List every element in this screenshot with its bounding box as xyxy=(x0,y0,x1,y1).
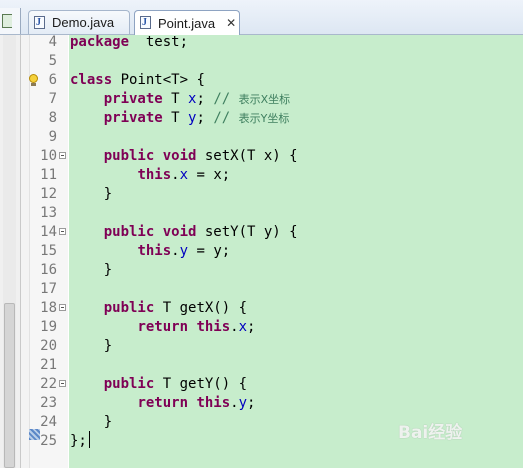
tab-demo-java[interactable]: J Demo.java xyxy=(28,10,130,34)
editor-tab-bar: J Demo.java J Point.java ✕ xyxy=(0,0,523,35)
code-text: return this.y; xyxy=(137,395,256,411)
line-number: 14 xyxy=(40,224,57,240)
warning-bulb-icon[interactable] xyxy=(27,74,40,87)
line-number: 20 xyxy=(40,338,57,354)
line-number: 11 xyxy=(40,167,57,183)
line-number: 18 xyxy=(40,300,57,316)
current-line-marker xyxy=(29,429,40,440)
code-line[interactable]: 23 return this.y; xyxy=(0,394,523,413)
code-line[interactable]: 18 public T getX() { xyxy=(0,299,523,318)
code-line[interactable]: 21 xyxy=(0,356,523,375)
watermark-logo: Bai经验 xyxy=(398,423,463,443)
code-line[interactable]: 19 return this.x; xyxy=(0,318,523,337)
line-number: 7 xyxy=(48,91,57,107)
tab-point-java[interactable]: J Point.java ✕ xyxy=(134,10,240,35)
close-icon[interactable]: ✕ xyxy=(226,17,236,29)
code-text: class Point<T> { xyxy=(70,72,205,88)
code-text: public void setY(T y) { xyxy=(103,224,298,240)
code-text: } xyxy=(70,414,113,430)
line-number: 8 xyxy=(48,110,57,126)
fold-toggle-icon[interactable] xyxy=(59,228,66,235)
line-number: 4 xyxy=(48,34,57,50)
line-number: 17 xyxy=(40,281,57,297)
code-text: this.x = x; xyxy=(137,167,231,183)
code-text: public void setX(T x) { xyxy=(103,148,298,164)
line-number: 19 xyxy=(40,319,57,335)
panel-icon xyxy=(2,14,12,28)
code-line[interactable]: 20 } xyxy=(0,337,523,356)
line-number: 21 xyxy=(40,357,57,373)
line-number: 16 xyxy=(40,262,57,278)
code-text: private T y; // 表示Y坐标 xyxy=(103,110,290,126)
code-line[interactable]: 15 this.y = y; xyxy=(0,242,523,261)
line-number: 13 xyxy=(40,205,57,221)
code-text: private T x; // 表示X坐标 xyxy=(103,91,291,107)
code-text: } xyxy=(70,262,113,278)
code-line[interactable]: 17 xyxy=(0,280,523,299)
line-number: 10 xyxy=(40,148,57,164)
code-line[interactable]: 12 } xyxy=(0,185,523,204)
fold-toggle-icon[interactable] xyxy=(59,304,66,311)
code-text: this.y = y; xyxy=(137,243,231,259)
tab-label: Demo.java xyxy=(52,15,115,30)
line-number: 12 xyxy=(40,186,57,202)
code-line[interactable]: 6 class Point<T> { xyxy=(0,71,523,90)
code-text: } xyxy=(70,338,113,354)
code-line[interactable]: 11 this.x = x; xyxy=(0,166,523,185)
code-line[interactable]: 9 xyxy=(0,128,523,147)
code-text: } xyxy=(70,186,113,202)
code-line[interactable]: 10 public void setX(T x) { xyxy=(0,147,523,166)
code-line[interactable]: 14 public void setY(T y) { xyxy=(0,223,523,242)
code-line[interactable]: 5 xyxy=(0,52,523,71)
java-file-icon: J xyxy=(139,16,153,30)
line-number: 23 xyxy=(40,395,57,411)
java-file-icon: J xyxy=(33,15,47,30)
side-panel-stub[interactable] xyxy=(0,8,21,34)
fold-toggle-icon[interactable] xyxy=(59,152,66,159)
line-number: 9 xyxy=(48,129,57,145)
code-line[interactable]: 22 public T getY() { xyxy=(0,375,523,394)
code-line[interactable]: 16 } xyxy=(0,261,523,280)
code-line[interactable]: 4 package test; xyxy=(0,33,523,52)
code-line[interactable]: 13 xyxy=(0,204,523,223)
line-number: 15 xyxy=(40,243,57,259)
line-number: 5 xyxy=(48,53,57,69)
code-text: return this.x; xyxy=(137,319,256,335)
fold-toggle-icon[interactable] xyxy=(59,380,66,387)
code-text: package test; xyxy=(70,34,189,50)
line-number: 22 xyxy=(40,376,57,392)
code-text: public T getX() { xyxy=(103,300,248,316)
code-line[interactable]: 8 private T y; // 表示Y坐标 xyxy=(0,109,523,128)
code-text: }; xyxy=(70,433,87,449)
code-line[interactable]: 7 private T x; // 表示X坐标 xyxy=(0,90,523,109)
text-caret xyxy=(89,431,90,448)
tab-label: Point.java xyxy=(158,15,216,31)
code-text: public T getY() { xyxy=(103,376,248,392)
